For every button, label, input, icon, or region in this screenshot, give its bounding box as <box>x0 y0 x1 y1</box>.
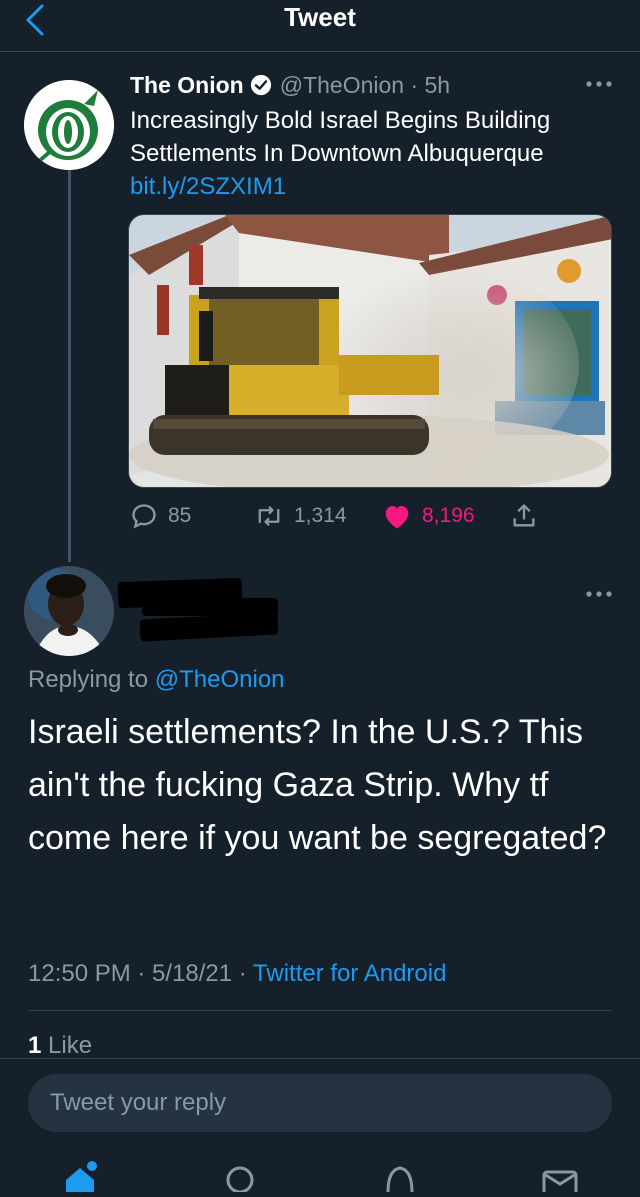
onion-avatar[interactable] <box>24 80 114 170</box>
likes-count: 1 <box>28 1032 42 1059</box>
likes-label: Like <box>48 1032 93 1059</box>
bottom-navigation <box>0 1148 640 1196</box>
reply-icon <box>132 504 156 529</box>
like-button[interactable]: 8,196 <box>382 500 475 532</box>
tweet-meta: 12:50 PM · 5/18/21 · Twitter for Android <box>28 958 446 990</box>
quoted-tweet-header: The Onion @TheOnion · 5h <box>130 70 450 100</box>
author-handle[interactable]: @TheOnion <box>280 72 404 98</box>
verified-badge-icon <box>250 74 271 96</box>
more-horizontal-icon <box>586 81 612 87</box>
more-horizontal-icon <box>586 591 612 597</box>
onion-logo-icon <box>24 80 114 170</box>
page-title: Tweet <box>284 2 356 32</box>
tweet-actions: 85 1,314 8,196 <box>130 500 550 532</box>
more-options-button[interactable] <box>582 74 616 94</box>
quoted-tweet-text: Increasingly Bold Israel Begins Building… <box>130 107 551 167</box>
divider <box>28 1010 612 1011</box>
tweet-timestamp: 12:50 PM · 5/18/21 · <box>28 960 247 987</box>
share-button[interactable] <box>510 500 548 532</box>
retweet-count: 1,314 <box>294 504 347 527</box>
reply-tweet-text: Israeli settlements? In the U.S.? This a… <box>28 713 607 857</box>
heart-filled-icon <box>385 506 409 529</box>
thread-connector <box>68 170 71 562</box>
share-icon <box>513 504 535 527</box>
retweet-icon <box>258 505 280 527</box>
reply-more-options-button[interactable] <box>582 584 616 604</box>
redacted-handle <box>139 612 279 642</box>
author-name[interactable]: The Onion <box>130 72 244 98</box>
home-icon[interactable] <box>60 1160 100 1192</box>
user-avatar[interactable] <box>24 566 114 656</box>
article-link[interactable]: bit.ly/2SZXIM1 <box>130 170 286 203</box>
replying-handle[interactable]: @TheOnion <box>155 666 285 693</box>
top-bar: Tweet <box>0 0 640 52</box>
notifications-icon[interactable] <box>380 1160 420 1193</box>
retweet-button[interactable]: 1,314 <box>254 500 347 532</box>
tweet-image-bulldozer[interactable] <box>128 214 612 488</box>
messages-icon[interactable] <box>540 1160 580 1196</box>
reply-count: 85 <box>168 504 192 527</box>
reply-button[interactable]: 85 <box>130 500 191 532</box>
tweet-age: · 5h <box>410 72 451 98</box>
replying-to-line: Replying to @TheOnion <box>28 664 285 696</box>
tweet-source[interactable]: Twitter for Android <box>253 960 446 987</box>
user-photo <box>24 566 114 656</box>
like-count: 8,196 <box>422 504 475 527</box>
replying-prefix: Replying to <box>28 666 149 693</box>
reply-input[interactable] <box>28 1074 612 1132</box>
search-icon[interactable] <box>220 1160 260 1194</box>
bulldozer-photo <box>129 215 611 487</box>
